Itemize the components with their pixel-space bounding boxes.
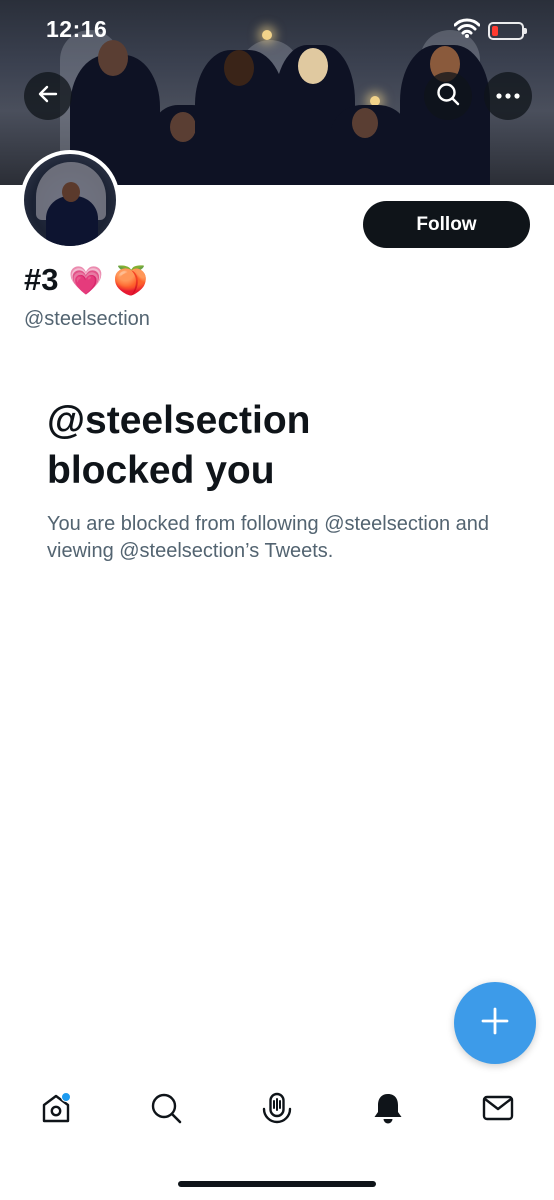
follow-button[interactable]: Follow [363, 201, 530, 248]
profile-avatar[interactable] [20, 150, 120, 250]
search-button[interactable] [424, 72, 472, 120]
mail-icon [481, 1091, 515, 1130]
tab-home[interactable] [36, 1090, 76, 1130]
avatar-face [62, 182, 80, 202]
back-button[interactable] [24, 72, 72, 120]
display-name-text: #3 [24, 262, 59, 297]
home-indicator [178, 1181, 376, 1187]
wifi-icon [453, 18, 481, 43]
banner-figure-head [170, 112, 196, 142]
home-notification-dot [61, 1092, 71, 1102]
tab-notifications[interactable] [368, 1090, 408, 1130]
search-icon [149, 1091, 183, 1130]
tab-spaces[interactable] [257, 1090, 297, 1130]
banner-figure-head [298, 48, 328, 84]
notifications-bell-icon [371, 1091, 405, 1130]
banner-chandelier [262, 30, 272, 40]
banner-figure-head [98, 40, 128, 76]
profile-handle: @steelsection [24, 308, 150, 330]
battery-level [492, 25, 498, 36]
display-name: #3 💗 🍑 [24, 262, 148, 298]
blocked-title-line1: @steelsection [47, 399, 311, 442]
back-arrow-icon [37, 83, 59, 110]
blocked-title: @steelsection blocked you [47, 396, 517, 496]
status-icons [453, 18, 527, 43]
search-icon [436, 82, 460, 111]
banner-figure-head [352, 108, 378, 138]
plus-icon [480, 1006, 510, 1041]
banner-figure-head [224, 50, 254, 86]
blocked-description: You are blocked from following @steelsec… [47, 513, 490, 562]
tab-messages[interactable] [478, 1090, 518, 1130]
peach-emoji: 🍑 [113, 264, 149, 296]
battery-icon [488, 21, 527, 40]
compose-tweet-button[interactable] [454, 982, 536, 1064]
blocked-title-line2: blocked you [47, 449, 275, 492]
avatar-person [46, 196, 98, 246]
bottom-tab-bar [0, 1090, 554, 1146]
more-options-button[interactable] [484, 72, 532, 120]
spaces-icon [260, 1091, 294, 1130]
status-time: 12:16 [46, 16, 108, 42]
tab-search[interactable] [146, 1090, 186, 1130]
more-dots-icon [496, 87, 520, 105]
heart-emoji: 💗 [68, 264, 104, 296]
